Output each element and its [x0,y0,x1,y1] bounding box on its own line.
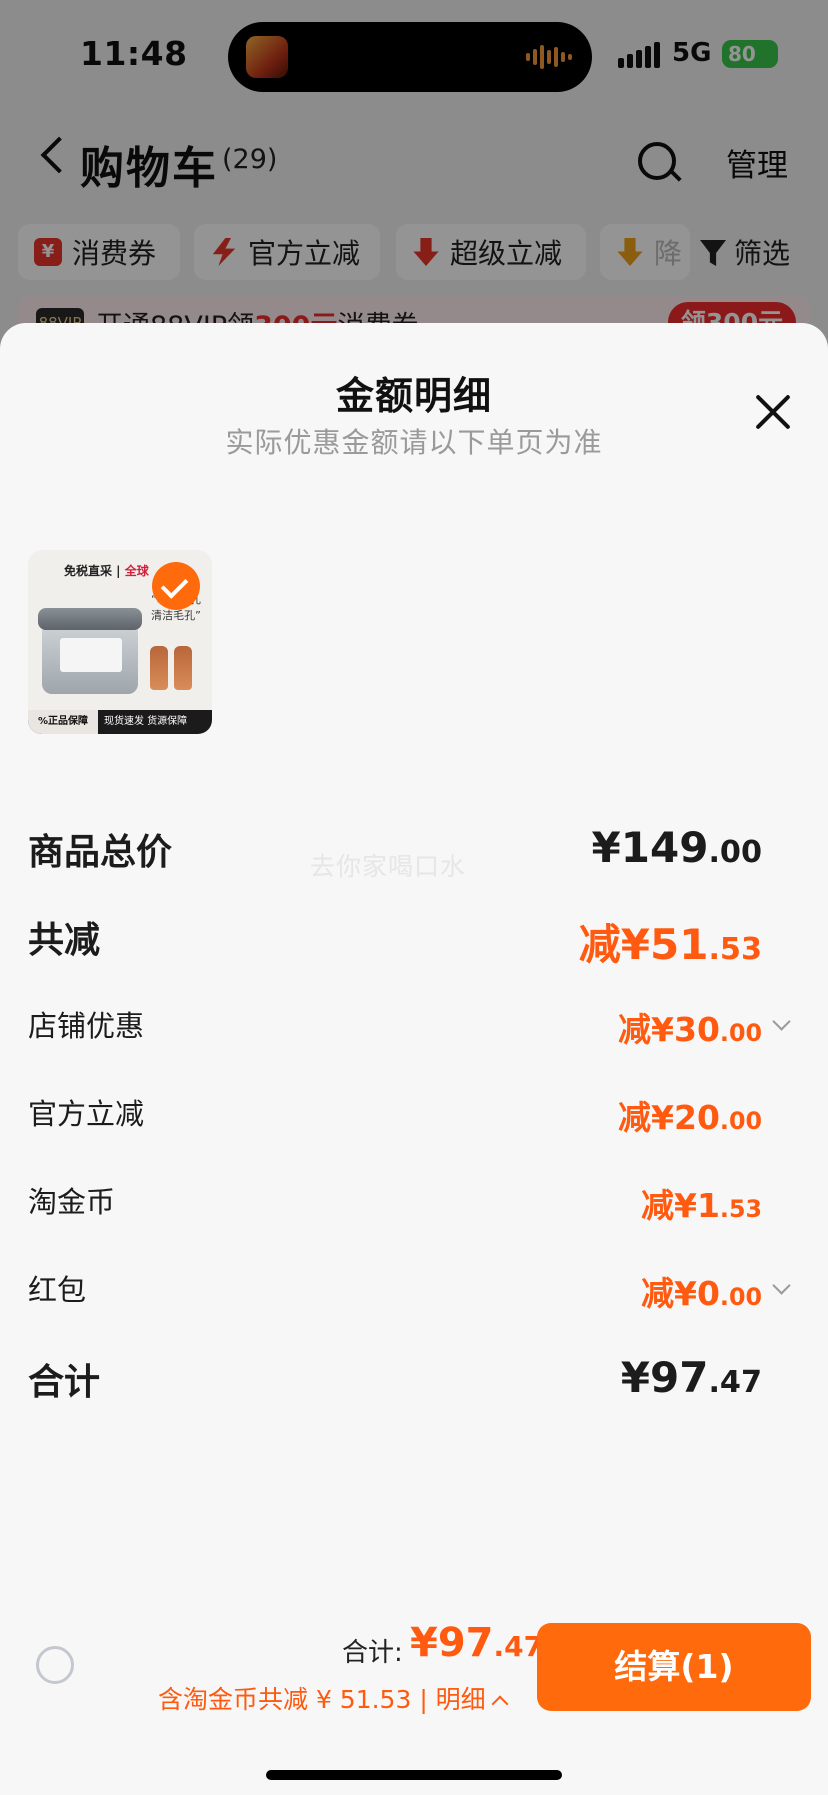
row-label-red-packet: 红包 [28,1273,87,1307]
bottom-total-amount: ¥97.47 [410,1620,544,1666]
discount-detail-link[interactable]: 含淘金币共减 ¥ 51.53 | 明细 [158,1680,509,1716]
chevron-up-icon [491,1695,509,1713]
row-value-total-discount: 减¥51.53 [578,920,762,969]
bottom-total-label: 合计: [342,1638,403,1668]
row-value-official-discount: 减¥20.00 [618,1098,762,1137]
product-bottle-image [174,646,192,690]
checkout-button[interactable]: 结算(1) [537,1623,811,1711]
row-label-grand-total: 合计 [28,1362,101,1403]
row-value-shop-discount[interactable]: 减¥30.00 [618,1003,762,1051]
row-value-total-price: ¥149.00 [591,823,762,872]
product-badge-bar: %正品保障 现货速发 货源保障 [28,710,212,734]
product-thumbnail[interactable]: 免税直采 | 全球 “吸附毛孔 清洁毛孔” %正品保障 现货速发 货源保障 [28,550,212,734]
product-badge-left: %正品保障 [28,710,98,734]
close-icon[interactable] [752,391,794,433]
product-selected-check-icon[interactable] [152,562,200,610]
row-value-red-packet[interactable]: 减¥0.00 [641,1267,762,1315]
row-label-taojinbi: 淘金币 [28,1185,116,1219]
product-bottle-image [150,646,168,690]
row-label-total-price: 商品总价 [28,832,173,873]
watermark: 去你家喝口水 [310,852,467,881]
row-value-taojinbi: 减¥1.53 [640,1186,762,1225]
chevron-down-icon[interactable] [772,1276,791,1295]
row-label-shop-discount: 店铺优惠 [28,1009,145,1043]
product-badge-right: 现货速发 货源保障 [104,716,188,727]
row-value-grand-total: ¥97.47 [620,1353,762,1402]
product-jar-label [60,638,122,672]
product-top-text: 免税直采 | 全球 [64,564,149,578]
sheet-subtitle: 实际优惠金额请以下单页为准 [225,426,603,459]
chevron-down-icon[interactable] [772,1012,791,1031]
home-indicator[interactable] [266,1770,562,1780]
amount-detail-sheet: 金额明细 实际优惠金额请以下单页为准 免税直采 | 全球 “吸附毛孔 清洁毛孔”… [0,323,828,1795]
sheet-title: 金额明细 [335,374,492,418]
row-label-official-discount: 官方立减 [28,1097,145,1131]
row-label-total-discount: 共减 [28,920,101,961]
product-jar-lid [38,608,142,630]
select-all-radio[interactable] [36,1646,74,1684]
